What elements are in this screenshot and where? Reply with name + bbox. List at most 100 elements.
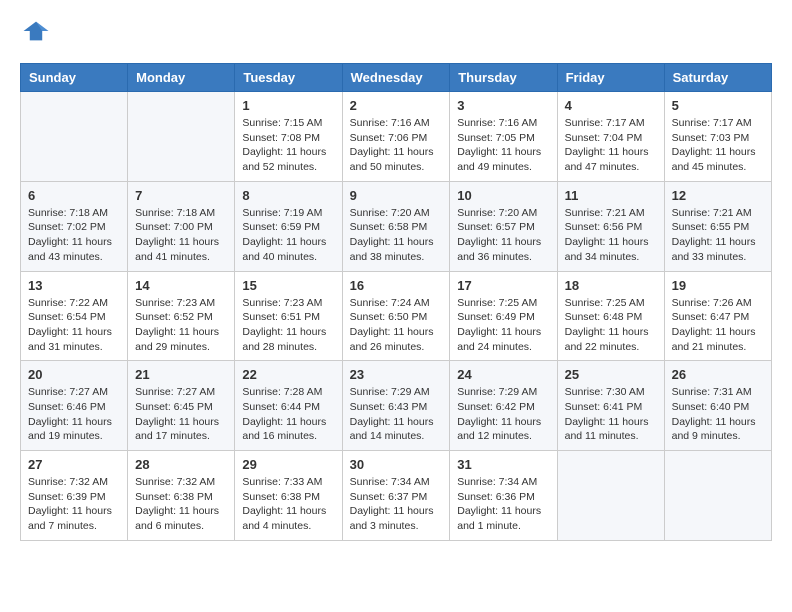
calendar-header-row: SundayMondayTuesdayWednesdayThursdayFrid…	[21, 64, 772, 92]
day-info: Sunrise: 7:21 AM Sunset: 6:55 PM Dayligh…	[672, 206, 764, 265]
day-info: Sunrise: 7:15 AM Sunset: 7:08 PM Dayligh…	[242, 116, 334, 175]
day-info: Sunrise: 7:22 AM Sunset: 6:54 PM Dayligh…	[28, 296, 120, 355]
calendar-day-cell: 4 Sunrise: 7:17 AM Sunset: 7:04 PM Daylig…	[557, 92, 664, 182]
calendar-day-cell: 6Sunrise: 7:18 AM Sunset: 7:02 PM Daylig…	[21, 181, 128, 271]
day-info: Sunrise: 7:25 AM Sunset: 6:48 PM Dayligh…	[565, 296, 657, 355]
day-info: Sunrise: 7:23 AM Sunset: 6:52 PM Dayligh…	[135, 296, 227, 355]
calendar-day-cell: 20Sunrise: 7:27 AM Sunset: 6:46 PM Dayli…	[21, 361, 128, 451]
day-info: Sunrise: 7:33 AM Sunset: 6:38 PM Dayligh…	[242, 475, 334, 534]
day-info: Sunrise: 7:20 AM Sunset: 6:58 PM Dayligh…	[350, 206, 443, 265]
calendar-day-cell: 24 Sunrise: 7:29 AM Sunset: 6:42 PM Dayli…	[450, 361, 557, 451]
day-info: Sunrise: 7:17 AM Sunset: 7:04 PM Dayligh…	[565, 116, 657, 175]
calendar-day-cell: 13Sunrise: 7:22 AM Sunset: 6:54 PM Dayli…	[21, 271, 128, 361]
calendar-week-row: 27 Sunrise: 7:32 AM Sunset: 6:39 PM Dayli…	[21, 451, 772, 541]
day-info: Sunrise: 7:29 AM Sunset: 6:43 PM Dayligh…	[350, 385, 443, 444]
day-info: Sunrise: 7:27 AM Sunset: 6:46 PM Dayligh…	[28, 385, 120, 444]
calendar-day-cell: 30 Sunrise: 7:34 AM Sunset: 6:37 PM Dayli…	[342, 451, 450, 541]
day-number: 5	[672, 98, 764, 113]
day-number: 29	[242, 457, 334, 472]
day-number: 12	[672, 188, 764, 203]
day-info: Sunrise: 7:21 AM Sunset: 6:56 PM Dayligh…	[565, 206, 657, 265]
day-number: 31	[457, 457, 549, 472]
calendar-day-cell: 31 Sunrise: 7:34 AM Sunset: 6:36 PM Dayli…	[450, 451, 557, 541]
day-info: Sunrise: 7:32 AM Sunset: 6:38 PM Dayligh…	[135, 475, 227, 534]
day-info: Sunrise: 7:17 AM Sunset: 7:03 PM Dayligh…	[672, 116, 764, 175]
calendar-day-cell	[557, 451, 664, 541]
weekday-header: Friday	[557, 64, 664, 92]
calendar-day-cell: 2 Sunrise: 7:16 AM Sunset: 7:06 PM Daylig…	[342, 92, 450, 182]
logo	[20, 20, 50, 47]
calendar-day-cell: 25 Sunrise: 7:30 AM Sunset: 6:41 PM Dayli…	[557, 361, 664, 451]
day-info: Sunrise: 7:28 AM Sunset: 6:44 PM Dayligh…	[242, 385, 334, 444]
day-number: 4	[565, 98, 657, 113]
calendar-day-cell: 27 Sunrise: 7:32 AM Sunset: 6:39 PM Dayli…	[21, 451, 128, 541]
calendar-day-cell: 23 Sunrise: 7:29 AM Sunset: 6:43 PM Dayli…	[342, 361, 450, 451]
day-number: 3	[457, 98, 549, 113]
day-info: Sunrise: 7:32 AM Sunset: 6:39 PM Dayligh…	[28, 475, 120, 534]
weekday-header: Sunday	[21, 64, 128, 92]
weekday-header: Monday	[128, 64, 235, 92]
day-number: 14	[135, 278, 227, 293]
day-number: 11	[565, 188, 657, 203]
weekday-header: Wednesday	[342, 64, 450, 92]
day-info: Sunrise: 7:27 AM Sunset: 6:45 PM Dayligh…	[135, 385, 227, 444]
weekday-header: Thursday	[450, 64, 557, 92]
day-info: Sunrise: 7:29 AM Sunset: 6:42 PM Dayligh…	[457, 385, 549, 444]
day-number: 30	[350, 457, 443, 472]
logo-icon	[22, 20, 50, 42]
calendar-day-cell: 11 Sunrise: 7:21 AM Sunset: 6:56 PM Dayli…	[557, 181, 664, 271]
day-number: 26	[672, 367, 764, 382]
calendar-week-row: 20Sunrise: 7:27 AM Sunset: 6:46 PM Dayli…	[21, 361, 772, 451]
day-number: 25	[565, 367, 657, 382]
calendar-week-row: 13Sunrise: 7:22 AM Sunset: 6:54 PM Dayli…	[21, 271, 772, 361]
day-number: 15	[242, 278, 334, 293]
day-number: 17	[457, 278, 549, 293]
calendar-day-cell: 8 Sunrise: 7:19 AM Sunset: 6:59 PM Daylig…	[235, 181, 342, 271]
page: SundayMondayTuesdayWednesdayThursdayFrid…	[0, 0, 792, 561]
day-info: Sunrise: 7:20 AM Sunset: 6:57 PM Dayligh…	[457, 206, 549, 265]
day-number: 6	[28, 188, 120, 203]
calendar-day-cell: 28 Sunrise: 7:32 AM Sunset: 6:38 PM Dayli…	[128, 451, 235, 541]
day-info: Sunrise: 7:23 AM Sunset: 6:51 PM Dayligh…	[242, 296, 334, 355]
calendar-day-cell: 26 Sunrise: 7:31 AM Sunset: 6:40 PM Dayli…	[664, 361, 771, 451]
day-number: 8	[242, 188, 334, 203]
calendar-day-cell: 7Sunrise: 7:18 AM Sunset: 7:00 PM Daylig…	[128, 181, 235, 271]
calendar-day-cell: 9 Sunrise: 7:20 AM Sunset: 6:58 PM Daylig…	[342, 181, 450, 271]
day-number: 2	[350, 98, 443, 113]
day-info: Sunrise: 7:34 AM Sunset: 6:36 PM Dayligh…	[457, 475, 549, 534]
day-info: Sunrise: 7:19 AM Sunset: 6:59 PM Dayligh…	[242, 206, 334, 265]
day-info: Sunrise: 7:16 AM Sunset: 7:06 PM Dayligh…	[350, 116, 443, 175]
day-info: Sunrise: 7:31 AM Sunset: 6:40 PM Dayligh…	[672, 385, 764, 444]
calendar-day-cell: 16 Sunrise: 7:24 AM Sunset: 6:50 PM Dayli…	[342, 271, 450, 361]
day-number: 24	[457, 367, 549, 382]
calendar-day-cell: 1 Sunrise: 7:15 AM Sunset: 7:08 PM Daylig…	[235, 92, 342, 182]
calendar-day-cell: 5 Sunrise: 7:17 AM Sunset: 7:03 PM Daylig…	[664, 92, 771, 182]
calendar-day-cell: 18 Sunrise: 7:25 AM Sunset: 6:48 PM Dayli…	[557, 271, 664, 361]
day-info: Sunrise: 7:30 AM Sunset: 6:41 PM Dayligh…	[565, 385, 657, 444]
calendar-day-cell: 29 Sunrise: 7:33 AM Sunset: 6:38 PM Dayli…	[235, 451, 342, 541]
day-info: Sunrise: 7:34 AM Sunset: 6:37 PM Dayligh…	[350, 475, 443, 534]
calendar-day-cell: 12 Sunrise: 7:21 AM Sunset: 6:55 PM Dayli…	[664, 181, 771, 271]
day-number: 19	[672, 278, 764, 293]
weekday-header: Tuesday	[235, 64, 342, 92]
calendar-day-cell: 21 Sunrise: 7:27 AM Sunset: 6:45 PM Dayli…	[128, 361, 235, 451]
day-number: 27	[28, 457, 120, 472]
day-info: Sunrise: 7:26 AM Sunset: 6:47 PM Dayligh…	[672, 296, 764, 355]
day-number: 28	[135, 457, 227, 472]
day-number: 1	[242, 98, 334, 113]
calendar-day-cell	[21, 92, 128, 182]
day-number: 21	[135, 367, 227, 382]
calendar-day-cell: 17Sunrise: 7:25 AM Sunset: 6:49 PM Dayli…	[450, 271, 557, 361]
day-number: 18	[565, 278, 657, 293]
day-info: Sunrise: 7:16 AM Sunset: 7:05 PM Dayligh…	[457, 116, 549, 175]
calendar-day-cell: 15 Sunrise: 7:23 AM Sunset: 6:51 PM Dayli…	[235, 271, 342, 361]
day-number: 10	[457, 188, 549, 203]
day-number: 23	[350, 367, 443, 382]
header	[20, 20, 772, 47]
day-number: 16	[350, 278, 443, 293]
day-number: 9	[350, 188, 443, 203]
calendar-day-cell: 19 Sunrise: 7:26 AM Sunset: 6:47 PM Dayli…	[664, 271, 771, 361]
day-info: Sunrise: 7:24 AM Sunset: 6:50 PM Dayligh…	[350, 296, 443, 355]
calendar-table: SundayMondayTuesdayWednesdayThursdayFrid…	[20, 63, 772, 541]
day-number: 22	[242, 367, 334, 382]
